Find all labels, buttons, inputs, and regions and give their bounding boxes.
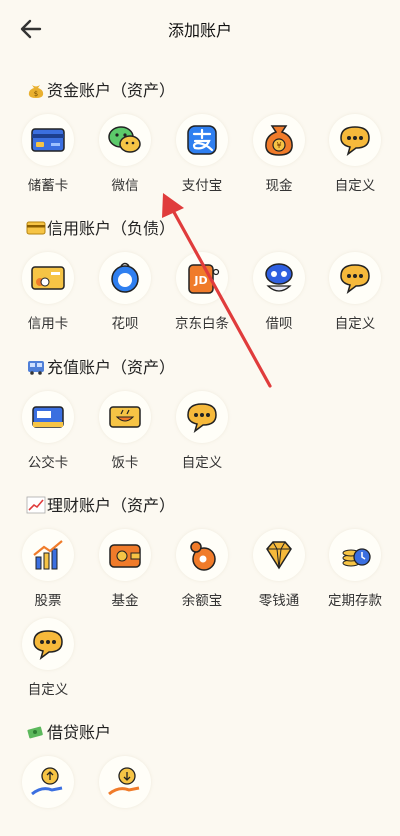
account-item-meal-card[interactable]: 饭卡 [87, 391, 163, 471]
page-title: 添加账户 [167, 21, 232, 40]
borrow-in-icon [108, 767, 140, 796]
svg-text:$: $ [34, 90, 38, 98]
account-item-custom[interactable]: 自定义 [317, 114, 393, 194]
account-item-custom[interactable]: 自定义 [10, 618, 86, 698]
bank-card-icon [31, 128, 65, 152]
custom-bubble-icon [187, 403, 217, 433]
account-item-custom[interactable]: 自定义 [317, 252, 393, 332]
yuebao-icon [190, 541, 216, 571]
account-item-cash[interactable]: ¥ 现金 [241, 114, 317, 194]
bus-card-icon [32, 406, 64, 428]
account-item-huabei[interactable]: 花呗 [87, 252, 163, 332]
item-label: 定期存款 [328, 593, 382, 609]
huabei-icon [111, 262, 139, 293]
section-title: 充值账户（资产） [26, 357, 175, 379]
account-item-borrow-in[interactable] [87, 756, 163, 836]
account-item-jd-baitiao[interactable]: JD 京东白条 [164, 252, 240, 332]
flying-money-emoji-icon [27, 726, 43, 739]
item-label: 自定义 [27, 682, 69, 698]
section-title: 信用账户（负债） [26, 218, 175, 240]
lend-out-icon [31, 767, 63, 796]
section-title: $ 资金账户（资产） [26, 80, 175, 102]
section-title: 借贷账户 [26, 722, 111, 744]
time-deposit-icon [342, 548, 371, 567]
item-label: 自定义 [334, 316, 376, 332]
chart-up-emoji-icon [26, 496, 46, 514]
money-bag-icon: $ [28, 85, 44, 98]
account-item-lend-out[interactable] [10, 756, 86, 836]
account-item-wechat[interactable]: 微信 [87, 114, 163, 194]
item-label: 自定义 [181, 455, 223, 471]
credit-card-icon [31, 266, 65, 290]
custom-bubble-icon [340, 264, 370, 294]
jd-baitiao-icon: JD [188, 264, 220, 294]
svg-text:¥: ¥ [276, 141, 281, 150]
account-item-fund[interactable]: 基金 [87, 529, 163, 609]
account-item-credit-card[interactable]: 信用卡 [10, 252, 86, 332]
account-item-custom[interactable]: 自定义 [164, 391, 240, 471]
stock-chart-icon [33, 540, 63, 570]
bus-emoji-icon [28, 361, 44, 375]
account-item-stock[interactable]: 股票 [10, 529, 86, 609]
section-title: 理财账户（资产） [26, 495, 175, 517]
svg-text:JD: JD [193, 274, 207, 287]
account-item-lingqiantong[interactable]: 零钱通 [241, 529, 317, 609]
meal-card-icon [109, 406, 141, 428]
account-item-alipay[interactable]: 支付宝 [164, 114, 240, 194]
fund-wallet-icon [109, 544, 141, 568]
credit-card-emoji-icon [26, 221, 46, 235]
cash-bag-icon: ¥ [265, 125, 293, 156]
custom-bubble-icon [340, 126, 370, 156]
top-bar: 添加账户 [0, 0, 400, 58]
account-item-bus-card[interactable]: 公交卡 [10, 391, 86, 471]
account-item-time-deposit[interactable]: 定期存款 [317, 529, 393, 609]
alipay-icon [187, 125, 217, 155]
wechat-icon [108, 126, 141, 153]
jiebei-icon [265, 263, 293, 292]
account-item-yuebao[interactable]: 余额宝 [164, 529, 240, 609]
item-label: 自定义 [334, 178, 376, 194]
diamond-icon [266, 541, 292, 570]
custom-bubble-icon [33, 630, 63, 660]
account-item-savings-card[interactable]: 储蓄卡 [10, 114, 86, 194]
account-item-jiebei[interactable]: 借呗 [241, 252, 317, 332]
